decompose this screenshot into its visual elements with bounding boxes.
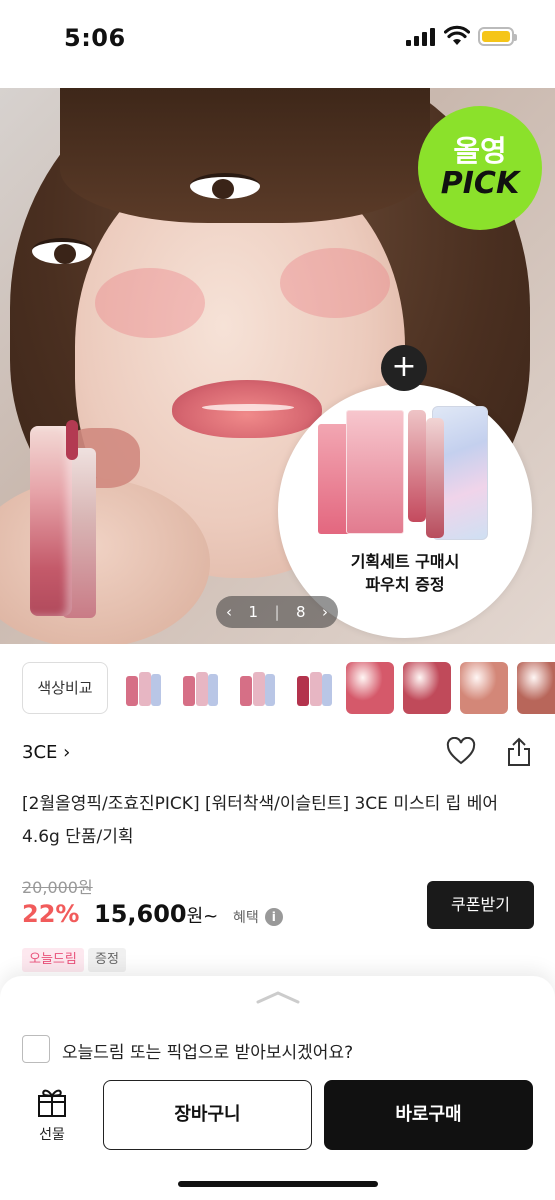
gift-icon — [38, 1089, 66, 1117]
thumbnail[interactable] — [178, 668, 220, 710]
coupon-button[interactable]: 쿠폰받기 — [427, 881, 534, 929]
model-bangs — [60, 88, 430, 223]
set-tube-image — [408, 410, 426, 522]
chevron-right-icon: › — [63, 742, 71, 763]
gift-button[interactable]: 선물 — [22, 1086, 82, 1144]
buy-now-button[interactable]: 바로구매 — [324, 1080, 533, 1150]
pager-separator: | — [274, 603, 280, 621]
battery-icon — [478, 27, 517, 46]
original-price: 20,000원 — [22, 878, 93, 897]
set-tube-image — [426, 418, 444, 538]
add-to-cart-button[interactable]: 장바구니 — [103, 1080, 312, 1150]
product-title: [2월올영픽/조효진PICK] [워터착색/이슬틴트] 3CE 미스티 립 베어… — [22, 794, 498, 847]
thumbnail[interactable] — [292, 668, 334, 710]
blush — [280, 248, 390, 318]
promo-text: 기획세트 구매시 파우치 증정 — [278, 550, 532, 596]
thumbnail[interactable] — [121, 668, 163, 710]
gift-label: 선물 — [39, 1127, 65, 1143]
product-hero-image[interactable]: 올영 PICK + 기획세트 구매시 파우치 증정 ‹ 1 | 8 › — [0, 88, 555, 644]
share-icon[interactable] — [506, 737, 532, 767]
image-pager: ‹ 1 | 8 › — [216, 596, 338, 628]
bottom-purchase-sheet: 오늘드림 또는 픽업으로 받아보시겠어요? 선물 장바구니 바로구매 — [0, 976, 555, 1200]
thumbnail[interactable] — [235, 668, 277, 710]
color-swatch[interactable] — [403, 662, 451, 714]
plus-icon[interactable]: + — [381, 345, 427, 391]
model-eye — [32, 238, 92, 264]
brand-link[interactable]: 3CE › — [22, 742, 70, 763]
set-box-image — [346, 410, 404, 534]
delivery-checkbox[interactable] — [22, 1035, 50, 1063]
pager-next-icon[interactable]: › — [322, 603, 328, 621]
pager-prev-icon[interactable]: ‹ — [226, 603, 232, 621]
wifi-icon — [444, 25, 470, 45]
signal-icon — [406, 28, 436, 46]
tag-today-delivery: 오늘드림 — [22, 948, 84, 972]
model-eye — [190, 173, 260, 199]
discount-rate: 22% — [22, 900, 80, 928]
benefit-info[interactable]: 혜택 i — [233, 907, 283, 927]
tint-applicator — [66, 420, 78, 460]
chevron-up-icon[interactable] — [256, 990, 300, 1004]
color-swatch[interactable] — [517, 662, 555, 714]
promo-line: 기획세트 구매시 — [350, 552, 460, 571]
badge-text: PICK — [440, 166, 520, 201]
status-time: 5:06 — [64, 24, 126, 52]
color-compare-button[interactable]: 색상비교 — [22, 662, 108, 714]
color-thumbnail-row: 색상비교 — [0, 662, 555, 718]
delivery-option-label[interactable]: 오늘드림 또는 픽업으로 받아보시겠어요? — [62, 1038, 353, 1063]
promo-line: 파우치 증정 — [365, 575, 445, 594]
sale-price-value: 15,600 — [94, 900, 187, 928]
brand-name: 3CE — [22, 742, 58, 763]
badge-text: 올영 — [453, 134, 507, 168]
color-swatch[interactable] — [460, 662, 508, 714]
price-suffix: 원~ — [186, 906, 219, 927]
home-indicator — [178, 1181, 378, 1187]
benefit-label: 혜택 — [233, 910, 259, 926]
model-lips — [172, 380, 322, 438]
status-bar: 5:06 — [0, 0, 555, 88]
pager-current: 1 — [248, 603, 258, 621]
oliveyoung-pick-badge: 올영 PICK — [418, 106, 542, 230]
heart-icon[interactable] — [446, 737, 476, 765]
sale-price: 15,600원~ — [94, 900, 218, 928]
color-swatch[interactable] — [346, 662, 394, 714]
blush — [95, 268, 205, 338]
pager-total: 8 — [295, 603, 306, 621]
info-icon: i — [264, 908, 283, 926]
tag-gift: 증정 — [88, 948, 126, 972]
